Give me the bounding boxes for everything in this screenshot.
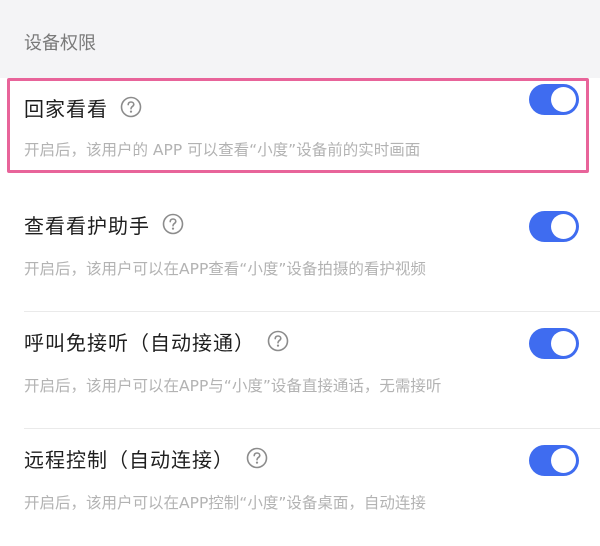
home-view-toggle[interactable] (529, 84, 579, 115)
toggle-knob (551, 214, 576, 239)
permission-item-care-assistant: 查看看护助手 开启后，该用户可以在APP查看“小度”设备拍摄的看护视频 (0, 195, 600, 312)
section-title: 设备权限 (24, 33, 96, 54)
auto-answer-toggle[interactable] (529, 328, 579, 359)
question-circle-icon[interactable] (162, 213, 184, 235)
remote-control-toggle[interactable] (529, 445, 579, 476)
permission-title: 查看看护助手 (24, 213, 150, 238)
permission-title-row: 回家看看 (24, 92, 142, 122)
permission-description: 开启后，该用户可以在APP控制“小度”设备桌面，自动连接 (24, 494, 426, 512)
permission-title-row: 查看看护助手 (24, 209, 184, 239)
permission-description: 开启后，该用户可以在APP与“小度”设备直接通话，无需接听 (24, 377, 442, 395)
care-assistant-toggle[interactable] (529, 211, 579, 242)
permission-title: 呼叫免接听（自动接通） (24, 330, 255, 355)
permission-title-row: 远程控制（自动连接） (24, 443, 268, 473)
permission-item-home-view: 回家看看 开启后，该用户的 APP 可以查看“小度”设备前的实时画面 (7, 78, 589, 173)
permission-description: 开启后，该用户的 APP 可以查看“小度”设备前的实时画面 (24, 141, 421, 159)
permission-title: 回家看看 (24, 96, 108, 121)
permission-item-auto-answer: 呼叫免接听（自动接通） 开启后，该用户可以在APP与“小度”设备直接通话，无需接… (0, 312, 600, 429)
toggle-knob (551, 87, 576, 112)
permission-list: 回家看看 开启后，该用户的 APP 可以查看“小度”设备前的实时画面 查看看护助… (0, 78, 600, 546)
permission-item-remote-control: 远程控制（自动连接） 开启后，该用户可以在APP控制“小度”设备桌面，自动连接 (0, 429, 600, 546)
permission-description: 开启后，该用户可以在APP查看“小度”设备拍摄的看护视频 (24, 260, 426, 278)
question-circle-icon[interactable] (267, 330, 289, 352)
permission-title-row: 呼叫免接听（自动接通） (24, 326, 289, 356)
question-circle-icon[interactable] (120, 96, 142, 118)
toggle-knob (551, 448, 576, 473)
section-header: 设备权限 (0, 0, 600, 78)
question-circle-icon[interactable] (246, 447, 268, 469)
permission-title: 远程控制（自动连接） (24, 447, 234, 472)
toggle-knob (551, 331, 576, 356)
